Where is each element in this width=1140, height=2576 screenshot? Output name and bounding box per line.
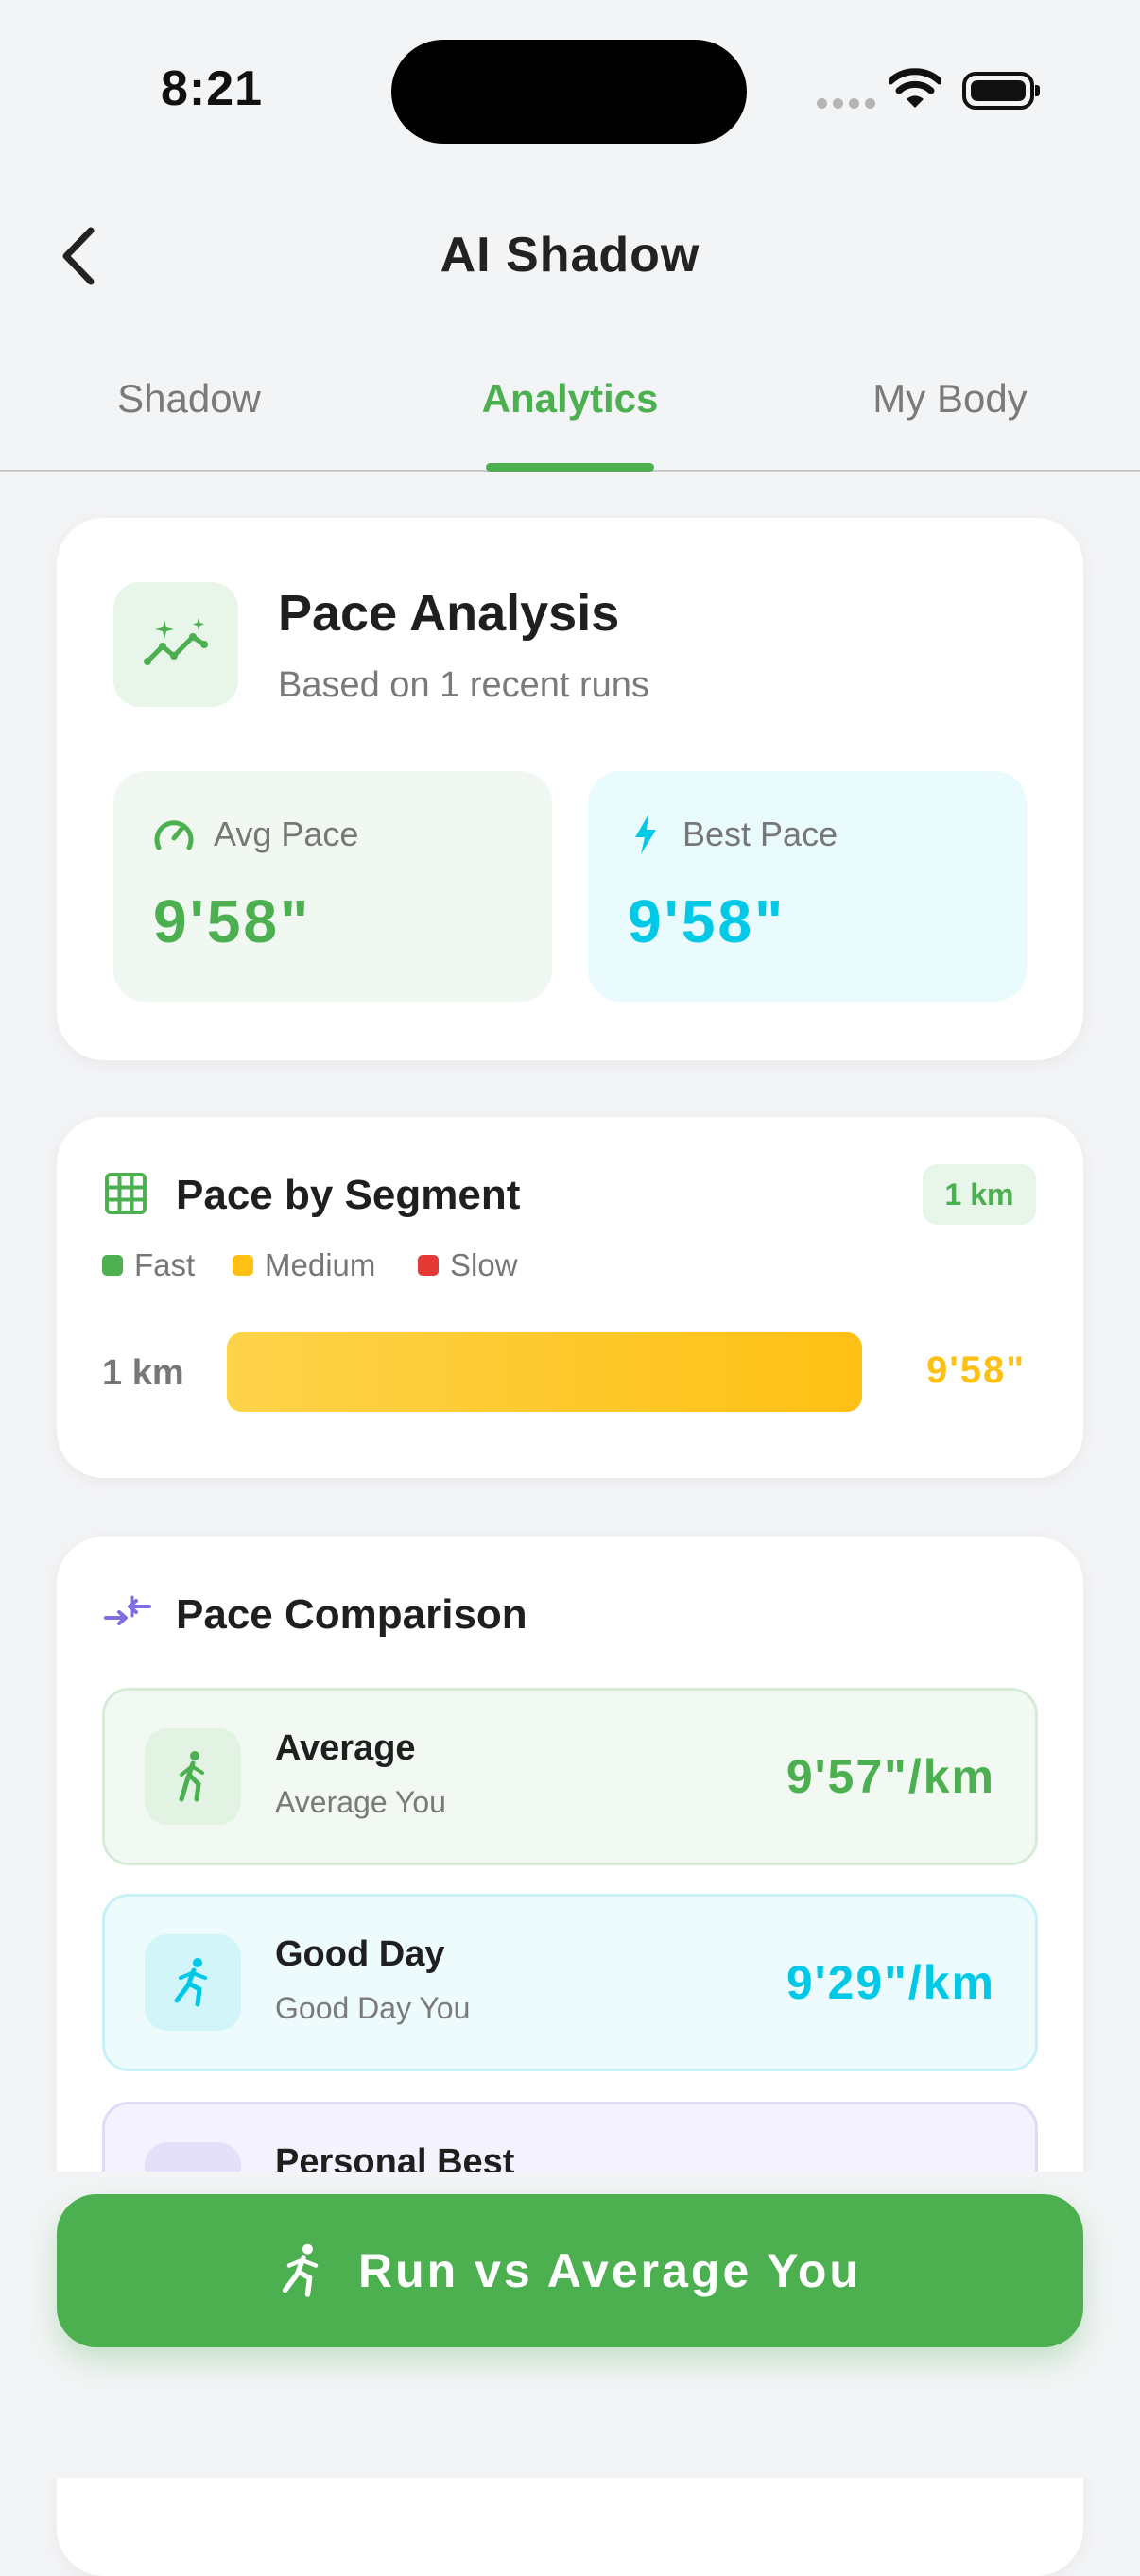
run-vs-average-label: Run vs Average You — [358, 2244, 861, 2297]
tab-analytics[interactable]: Analytics — [428, 376, 712, 421]
page-title: AI Shadow — [440, 228, 700, 283]
comparison-item-average[interactable]: Average Average You 9'57"/km — [102, 1688, 1038, 1865]
best-pace-box: Best Pace 9'58" — [588, 771, 1027, 1002]
running-person-icon — [145, 1934, 241, 2031]
segment-row-label: 1 km — [102, 1353, 184, 1393]
segment-row-value: 9'58" — [926, 1349, 1027, 1391]
legend-medium-swatch — [233, 1255, 253, 1276]
legend-fast-swatch — [102, 1255, 123, 1276]
trending-sparkle-icon — [144, 618, 208, 665]
pace-analysis-icon-box — [113, 582, 238, 707]
comparison-good-day-subtitle: Good Day You — [275, 1991, 471, 2025]
segment-row-bar — [227, 1332, 862, 1412]
comparison-average-subtitle: Average You — [275, 1785, 446, 1819]
active-tab-indicator — [486, 463, 654, 472]
tab-shadow[interactable]: Shadow — [47, 376, 331, 421]
status-time: 8:21 — [161, 61, 264, 116]
compare-arrows-icon — [104, 1595, 151, 1625]
wifi-icon — [889, 68, 941, 108]
comparison-good-day-title: Good Day — [275, 1934, 445, 1974]
legend-medium-label: Medium — [265, 1247, 376, 1282]
legend-fast-label: Fast — [134, 1247, 196, 1282]
comparison-good-day-value: 9'29"/km — [786, 1956, 995, 2009]
segment-unit-badge[interactable]: 1 km — [923, 1164, 1036, 1225]
cellular-signal-icon — [817, 98, 875, 109]
grid-table-icon — [105, 1173, 147, 1214]
avg-pace-box: Avg Pace 9'58" — [113, 771, 552, 1002]
comparison-average-title: Average — [275, 1728, 416, 1768]
pace-analysis-subtitle: Based on 1 recent runs — [278, 665, 649, 705]
running-person-icon — [282, 2243, 319, 2297]
legend-medium: Medium — [233, 1247, 375, 1283]
dynamic-island — [391, 40, 747, 144]
pace-analysis-title: Pace Analysis — [278, 585, 620, 642]
run-vs-average-button[interactable]: Run vs Average You — [57, 2194, 1083, 2347]
pace-by-segment-title: Pace by Segment — [176, 1172, 521, 1218]
comparison-item-good-day[interactable]: Good Day Good Day You 9'29"/km — [102, 1894, 1038, 2071]
best-pace-value: 9'58" — [628, 887, 786, 955]
best-pace-label: Best Pace — [682, 815, 838, 853]
walking-person-icon — [145, 1728, 241, 1825]
legend-slow-swatch — [418, 1255, 439, 1276]
pace-comparison-title: Pace Comparison — [176, 1591, 527, 1638]
legend-slow-label: Slow — [450, 1247, 518, 1282]
battery-icon — [962, 72, 1040, 110]
comparison-average-value: 9'57"/km — [786, 1750, 995, 1803]
avg-pace-value: 9'58" — [153, 887, 312, 955]
tab-my-body[interactable]: My Body — [808, 376, 1092, 421]
legend-slow: Slow — [418, 1247, 518, 1283]
legend-fast: Fast — [102, 1247, 195, 1283]
avg-pace-label: Avg Pace — [214, 815, 359, 853]
lightning-bolt-icon — [635, 815, 656, 854]
speedometer-icon — [154, 820, 194, 850]
